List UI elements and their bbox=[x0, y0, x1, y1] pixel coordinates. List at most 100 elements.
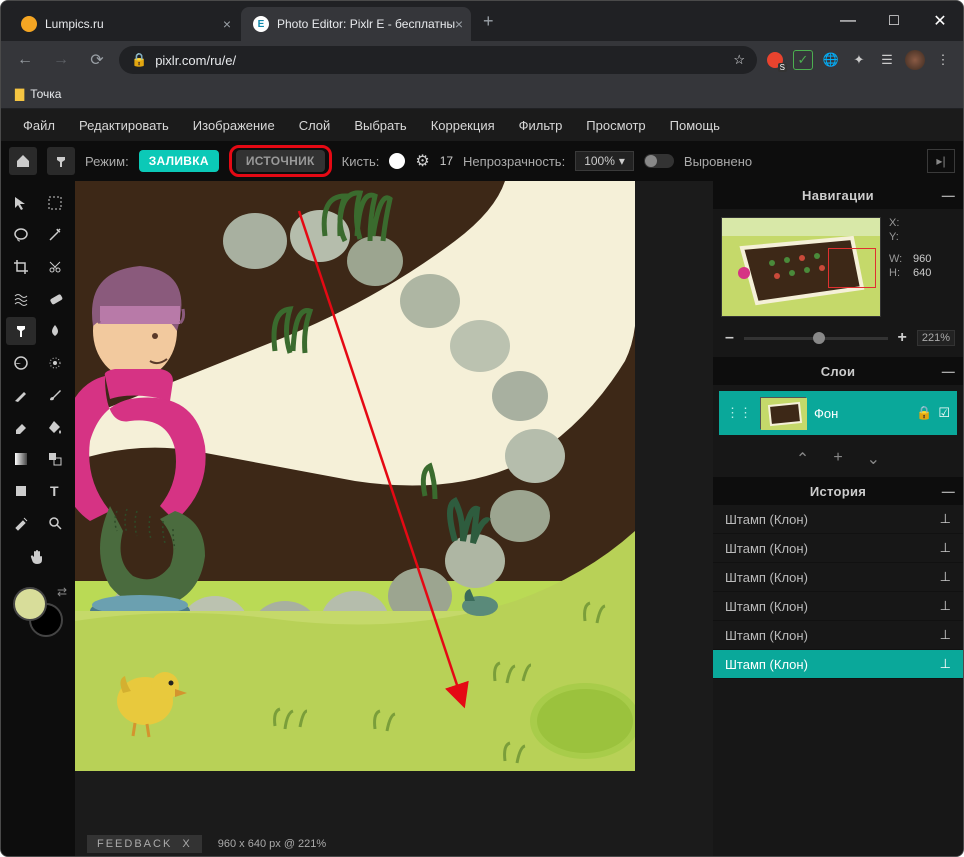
extension-globe[interactable]: 🌐 bbox=[821, 50, 841, 70]
menu-file[interactable]: Файл bbox=[13, 114, 65, 137]
menu-select[interactable]: Выбрать bbox=[344, 114, 416, 137]
aligned-toggle[interactable] bbox=[644, 154, 674, 168]
grip-icon[interactable]: ⋮⋮ bbox=[726, 405, 752, 421]
tool-hand[interactable] bbox=[23, 543, 53, 571]
menu-adjust[interactable]: Коррекция bbox=[421, 114, 505, 137]
tab-lumpics[interactable]: Lumpics.ru × bbox=[9, 7, 239, 41]
tool-text[interactable]: T bbox=[40, 477, 70, 505]
nav-thumbnail[interactable] bbox=[721, 217, 881, 317]
tool-cutout[interactable] bbox=[40, 253, 70, 281]
opacity-label: Непрозрачность: bbox=[463, 154, 565, 169]
close-window-button[interactable]: ✕ bbox=[917, 1, 963, 41]
tool-sponge[interactable] bbox=[40, 349, 70, 377]
layer-add-icon[interactable]: + bbox=[833, 449, 842, 469]
collapse-icon[interactable]: — bbox=[942, 484, 955, 499]
feedback-button[interactable]: FEEDBACK X bbox=[87, 835, 202, 853]
reload-button[interactable]: ⟳ bbox=[83, 46, 111, 74]
canvas-viewport[interactable] bbox=[75, 181, 713, 856]
stamp-icon: ⊥ bbox=[940, 569, 951, 585]
brush-preview[interactable] bbox=[389, 153, 405, 169]
tool-gradient[interactable] bbox=[6, 445, 36, 473]
nav-viewport-box[interactable] bbox=[828, 248, 876, 288]
menu-edit[interactable]: Редактировать bbox=[69, 114, 179, 137]
close-icon[interactable]: × bbox=[455, 16, 463, 32]
tab-pixlr[interactable]: E Photo Editor: Pixlr E - бесплатны × bbox=[241, 7, 471, 41]
tool-pen[interactable] bbox=[6, 381, 36, 409]
layer-up-icon[interactable]: ⌃ bbox=[796, 449, 809, 469]
tool-crop[interactable] bbox=[6, 253, 36, 281]
tool-move[interactable] bbox=[6, 189, 36, 217]
mode-label: Режим: bbox=[85, 154, 129, 169]
home-button[interactable] bbox=[9, 147, 37, 175]
foreground-swatch[interactable] bbox=[13, 587, 47, 621]
tool-options-bar: Режим: ЗАЛИВКА ИСТОЧНИК Кисть: ⚙ 17 Непр… bbox=[1, 141, 963, 181]
tool-zoom[interactable] bbox=[40, 509, 70, 537]
menu-image[interactable]: Изображение bbox=[183, 114, 285, 137]
zoom-slider[interactable] bbox=[744, 337, 888, 340]
tool-shape[interactable] bbox=[6, 477, 36, 505]
zoom-out-button[interactable]: – bbox=[721, 329, 738, 347]
tool-blur[interactable] bbox=[40, 317, 70, 345]
stamp-icon: ⊥ bbox=[940, 656, 951, 672]
tool-replace-color[interactable] bbox=[40, 445, 70, 473]
history-item[interactable]: Штамп (Клон)⊥ bbox=[713, 505, 963, 534]
visibility-icon[interactable]: ☑ bbox=[938, 405, 950, 421]
bookmark-label[interactable]: Точка bbox=[30, 87, 61, 101]
nav-info: X: Y: W:960 H:640 bbox=[889, 217, 931, 317]
opacity-value[interactable]: 100%▾ bbox=[575, 151, 634, 171]
tool-eraser[interactable] bbox=[6, 413, 36, 441]
lock-icon: 🔒 bbox=[131, 52, 147, 68]
tool-dodge[interactable] bbox=[6, 349, 36, 377]
history-item[interactable]: Штамп (Клон)⊥ bbox=[713, 563, 963, 592]
chevron-down-icon: ▾ bbox=[619, 154, 625, 168]
tool-lasso[interactable] bbox=[6, 221, 36, 249]
history-item[interactable]: Штамп (Клон)⊥ bbox=[713, 534, 963, 563]
brush-size[interactable]: 17 bbox=[440, 154, 453, 168]
layer-row[interactable]: ⋮⋮ Фон 🔒 ☑ bbox=[719, 391, 957, 435]
back-button[interactable]: ← bbox=[11, 46, 39, 74]
zoom-value[interactable]: 221% bbox=[917, 330, 955, 346]
history-item[interactable]: Штамп (Клон)⊥ bbox=[713, 592, 963, 621]
tool-clone[interactable] bbox=[6, 317, 36, 345]
new-tab-button[interactable]: + bbox=[473, 11, 504, 32]
layer-name: Фон bbox=[814, 406, 838, 421]
collapse-icon[interactable]: — bbox=[942, 188, 955, 203]
mode-source[interactable]: ИСТОЧНИК bbox=[236, 150, 325, 172]
zoom-in-button[interactable]: + bbox=[894, 329, 911, 347]
menu-filter[interactable]: Фильтр bbox=[509, 114, 573, 137]
tool-fill[interactable] bbox=[40, 413, 70, 441]
toggle-panels-button[interactable]: ▸| bbox=[927, 149, 955, 173]
tool-brush[interactable] bbox=[40, 381, 70, 409]
tool-marquee[interactable] bbox=[40, 189, 70, 217]
close-icon[interactable]: × bbox=[223, 16, 231, 32]
brush-settings-icon[interactable]: ⚙ bbox=[415, 151, 429, 171]
history-item[interactable]: Штамп (Клон)⊥ bbox=[713, 650, 963, 679]
menu-button[interactable]: ⋮ bbox=[933, 50, 953, 70]
tool-eyedropper[interactable] bbox=[6, 509, 36, 537]
star-icon[interactable]: ☆ bbox=[733, 52, 745, 68]
menu-view[interactable]: Просмотр bbox=[576, 114, 655, 137]
collapse-icon[interactable]: — bbox=[942, 364, 955, 379]
color-swatches[interactable]: ⇄ bbox=[13, 587, 63, 637]
tool-liquify[interactable] bbox=[6, 285, 36, 313]
swap-colors-icon[interactable]: ⇄ bbox=[57, 585, 67, 599]
reading-list-icon[interactable]: ☰ bbox=[877, 50, 897, 70]
canvas[interactable] bbox=[75, 181, 635, 771]
menu-help[interactable]: Помощь bbox=[660, 114, 730, 137]
extension-check[interactable]: ✓ bbox=[793, 50, 813, 70]
tool-heal[interactable] bbox=[40, 285, 70, 313]
extension-opera[interactable]: S bbox=[765, 50, 785, 70]
extensions-button[interactable]: ✦ bbox=[849, 50, 869, 70]
mode-fill[interactable]: ЗАЛИВКА bbox=[139, 150, 219, 172]
maximize-button[interactable]: □ bbox=[871, 1, 917, 41]
profile-avatar[interactable] bbox=[905, 50, 925, 70]
forward-button[interactable]: → bbox=[47, 46, 75, 74]
layer-down-icon[interactable]: ⌄ bbox=[867, 449, 880, 469]
minimize-button[interactable]: ― bbox=[825, 1, 871, 41]
address-bar[interactable]: 🔒 pixlr.com/ru/e/ ☆ bbox=[119, 46, 757, 74]
menu-layer[interactable]: Слой bbox=[289, 114, 341, 137]
current-tool-icon bbox=[47, 147, 75, 175]
tool-wand[interactable] bbox=[40, 221, 70, 249]
lock-icon[interactable]: 🔒 bbox=[916, 405, 932, 421]
history-item[interactable]: Штамп (Клон)⊥ bbox=[713, 621, 963, 650]
